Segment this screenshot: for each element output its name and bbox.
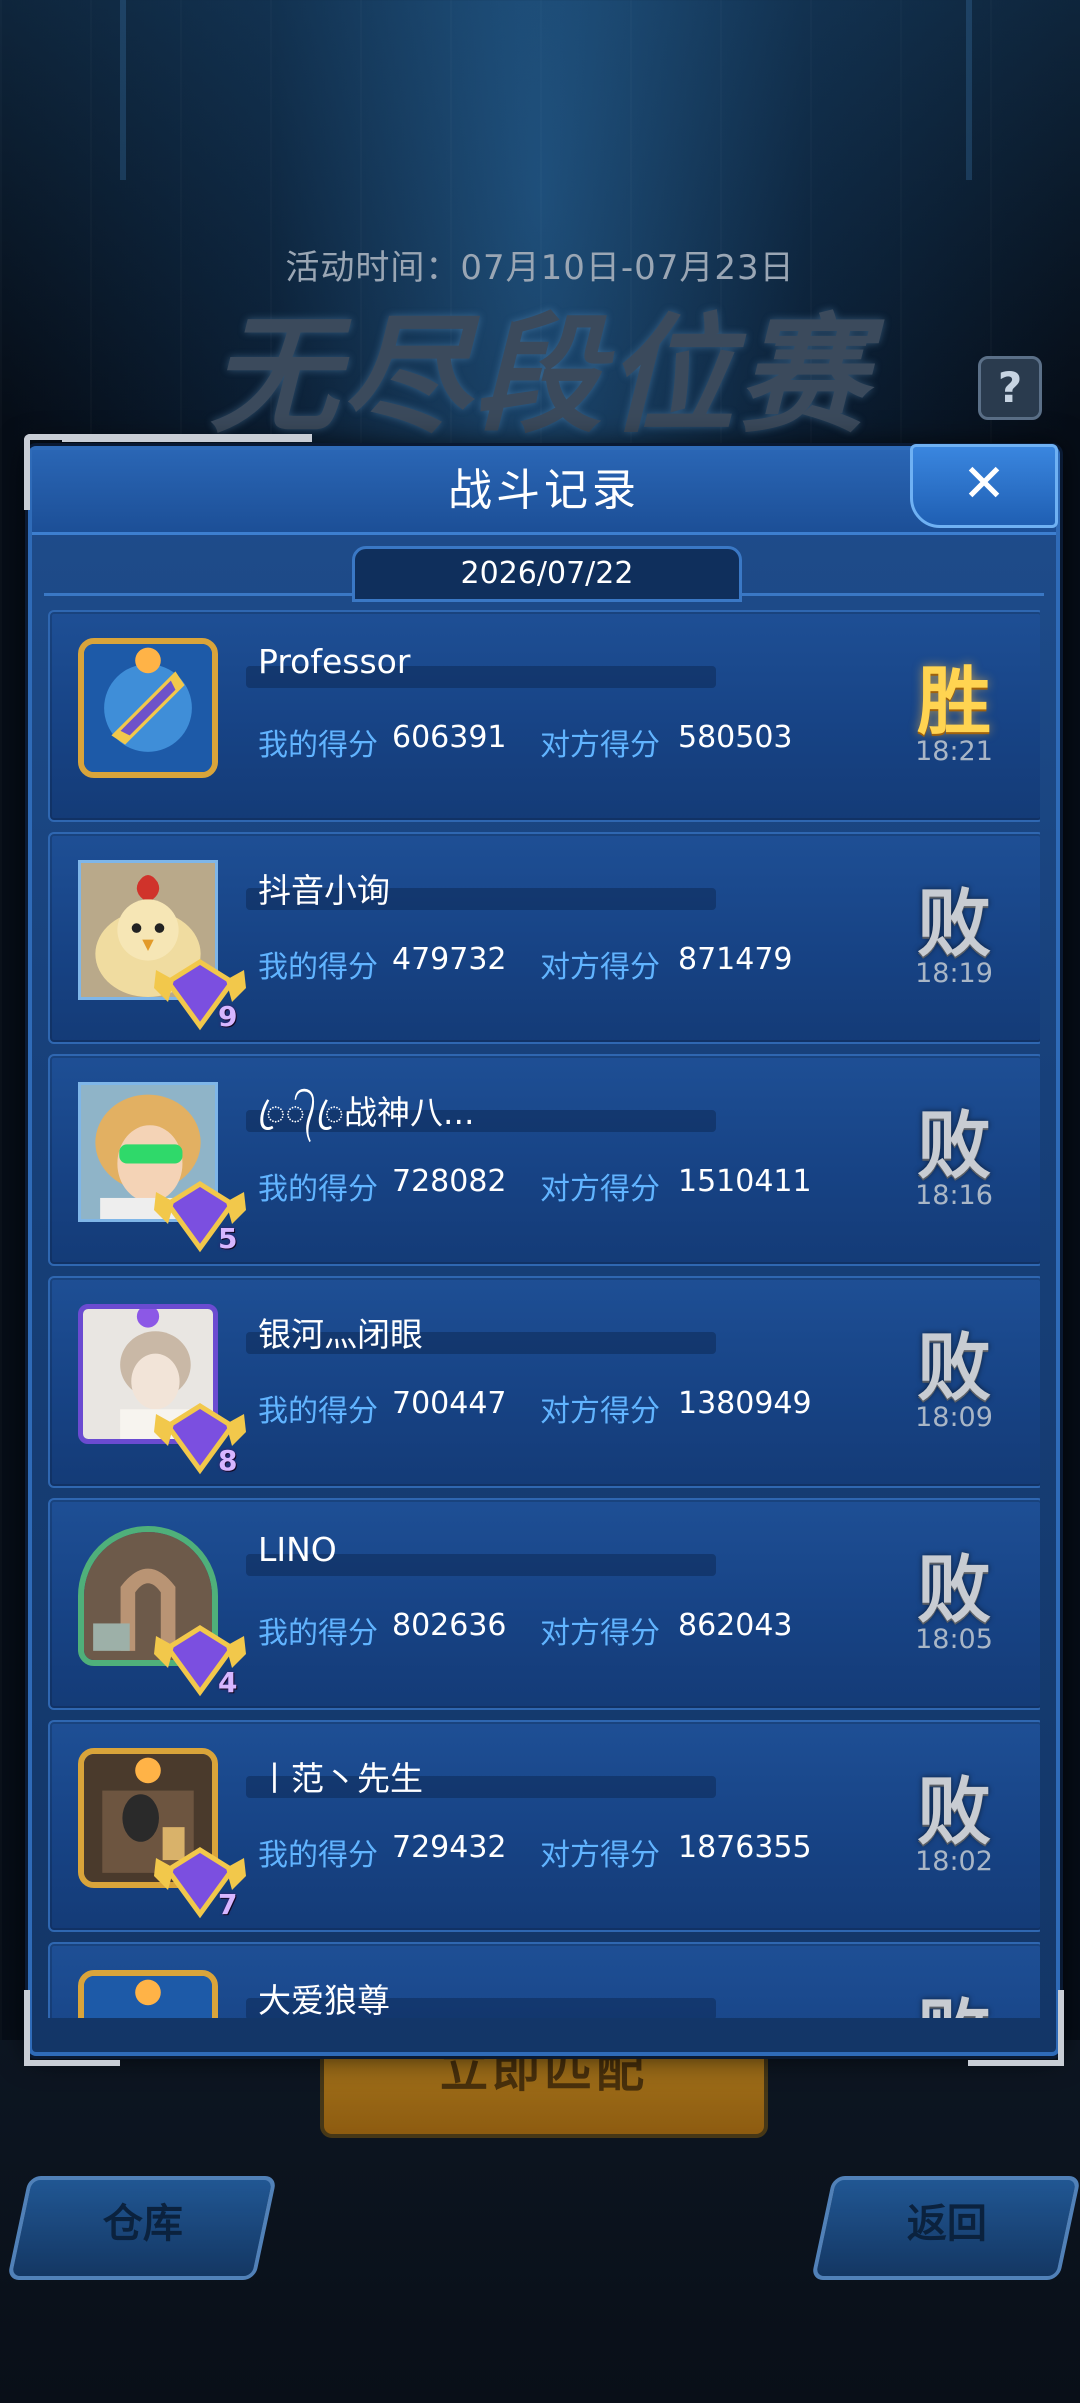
my-score-label: 我的得分 <box>258 950 378 985</box>
opponent-score: 580503 <box>678 720 793 755</box>
match-time: 18:02 <box>915 1846 993 1877</box>
result-badge: 败 <box>917 1547 991 1633</box>
rank-level: 9 <box>218 1000 238 1033</box>
my-score: 479732 <box>392 942 507 977</box>
avatar <box>78 638 218 778</box>
avatar: 7 <box>78 1748 246 1921</box>
dialog-header: 战斗记录 <box>32 450 1056 535</box>
avatar: 5 <box>78 1082 246 1255</box>
my-score-label: 我的得分 <box>258 728 378 763</box>
my-score: 802636 <box>392 1608 507 1643</box>
battle-record-dialog: 战斗记录 ✕ 2026/07/22 Professor 我的得分 606391 … <box>24 434 1064 2066</box>
warehouse-button-label: 仓库 <box>102 2201 183 2247</box>
close-button[interactable]: ✕ <box>910 444 1058 528</box>
rank-level: 5 <box>218 1222 238 1255</box>
back-button-label: 返回 <box>906 2201 987 2247</box>
event-title: 无尽段位赛 <box>209 302 870 451</box>
opponent-score-label: 对方得分 <box>540 1394 660 1429</box>
match-time: 18:16 <box>915 1180 993 1211</box>
player-name: Professor <box>258 642 411 681</box>
my-score-label: 我的得分 <box>258 1394 378 1429</box>
record-row[interactable]: 4 LINO 我的得分 802636 对方得分 862043 败 18:05 <box>48 1498 1040 1710</box>
date-tab: 2026/07/22 <box>352 546 742 602</box>
back-button[interactable]: 返回 <box>810 2176 1080 2280</box>
my-score: 606391 <box>392 720 507 755</box>
player-name: ꦿ᭄ꦿ战神八... <box>258 1093 475 1132</box>
result-badge: 败 <box>917 1769 991 1855</box>
warehouse-button[interactable]: 仓库 <box>6 2176 278 2280</box>
record-row[interactable]: 9 抖音小询 我的得分 479732 对方得分 871479 败 18:19 <box>48 832 1040 1044</box>
result-badge: 败 <box>917 1103 991 1189</box>
opponent-score: 862043 <box>678 1608 793 1643</box>
my-score-label: 我的得分 <box>258 1172 378 1207</box>
rank-level: 8 <box>218 1444 238 1477</box>
record-row[interactable]: 5 ꦿ᭄ꦿ战神八... 我的得分 728082 对方得分 1510411 败 1… <box>48 1054 1040 1266</box>
player-name: 大爱狼尊 <box>258 1981 390 2018</box>
background-frame <box>120 0 972 180</box>
record-row[interactable]: 7 丨范丶先生 我的得分 729432 对方得分 1876355 败 18:02 <box>48 1720 1040 1932</box>
my-score: 700447 <box>392 1386 507 1421</box>
my-score-label: 我的得分 <box>258 1616 378 1651</box>
avatar-image <box>78 638 218 778</box>
player-name: 抖音小询 <box>258 871 390 910</box>
result-badge: 败 <box>917 1325 991 1411</box>
opponent-score: 1510411 <box>678 1164 812 1199</box>
record-list[interactable]: Professor 我的得分 606391 对方得分 580503 胜 18:2… <box>48 610 1040 2018</box>
result-badge: 败 <box>917 881 991 967</box>
avatar: 9 <box>78 860 246 1033</box>
opponent-score-label: 对方得分 <box>540 950 660 985</box>
match-time: 18:05 <box>915 1624 993 1655</box>
player-name: 银河灬闭眼 <box>258 1315 423 1354</box>
my-score: 729432 <box>392 1830 507 1865</box>
result-badge: 胜 <box>917 659 991 745</box>
player-name: LINO <box>258 1530 337 1569</box>
match-time: 18:21 <box>915 736 993 767</box>
avatar: 8 <box>78 1304 246 1477</box>
opponent-score-label: 对方得分 <box>540 728 660 763</box>
avatar <box>78 1970 218 2018</box>
result-badge: 败 <box>894 1974 1014 2018</box>
help-button[interactable]: ? <box>978 356 1042 420</box>
opponent-score-label: 对方得分 <box>540 1172 660 1207</box>
match-time: 18:09 <box>915 1402 993 1433</box>
opponent-score: 1380949 <box>678 1386 812 1421</box>
my-score: 728082 <box>392 1164 507 1199</box>
opponent-score-label: 对方得分 <box>540 1838 660 1873</box>
avatar-image <box>78 1970 218 2018</box>
my-score-label: 我的得分 <box>258 1838 378 1873</box>
opponent-score-label: 对方得分 <box>540 1616 660 1651</box>
player-name: 丨范丶先生 <box>258 1759 423 1798</box>
opponent-score: 871479 <box>678 942 793 977</box>
record-row[interactable]: 8 银河灬闭眼 我的得分 700447 对方得分 1380949 败 18:09 <box>48 1276 1040 1488</box>
rank-level: 7 <box>218 1888 238 1921</box>
record-row[interactable]: Professor 我的得分 606391 对方得分 580503 胜 18:2… <box>48 610 1040 822</box>
match-time: 18:19 <box>915 958 993 989</box>
frame-bar <box>62 434 312 442</box>
opponent-score: 1876355 <box>678 1830 812 1865</box>
dialog-title: 战斗记录 <box>448 465 640 516</box>
avatar: 4 <box>78 1526 246 1699</box>
rank-level: 4 <box>218 1666 238 1699</box>
record-row[interactable]: 大爱狼尊 败 <box>48 1942 1040 2018</box>
